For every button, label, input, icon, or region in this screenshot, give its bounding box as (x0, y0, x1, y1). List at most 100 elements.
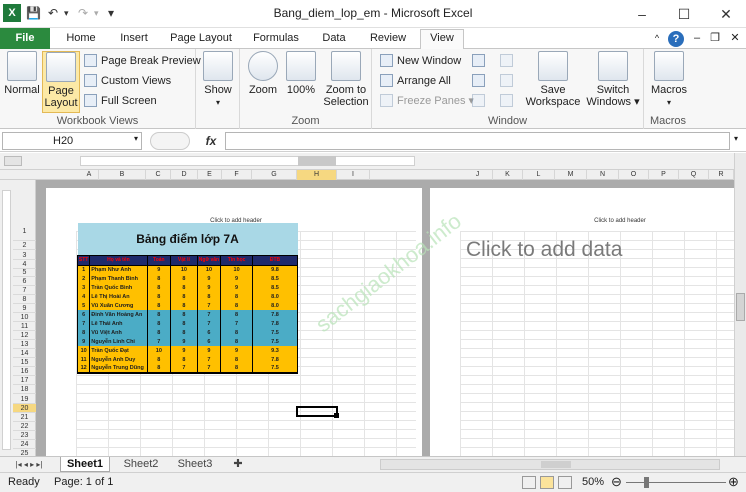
table-cell[interactable]: 8 (170, 274, 198, 283)
column-header[interactable]: O (619, 170, 649, 180)
page-break-status-icon[interactable] (558, 476, 572, 489)
table-cell[interactable]: 5 (76, 301, 91, 310)
table-cell[interactable]: 7.8 (251, 310, 299, 319)
table-cell[interactable]: 8 (220, 337, 253, 346)
table-cell[interactable]: Lê Thị Hoài An (89, 292, 148, 301)
column-header[interactable]: K (493, 170, 523, 180)
table-cell[interactable]: 6 (196, 337, 222, 346)
zoom-100-button[interactable]: 100% (284, 51, 318, 96)
horizontal-scrollbar[interactable] (380, 459, 720, 470)
table-header-cell[interactable]: ĐTB (251, 254, 299, 266)
table-header-cell[interactable]: STT (76, 254, 91, 266)
column-header[interactable]: P (649, 170, 679, 180)
table-cell[interactable]: 9.8 (251, 265, 299, 274)
tab-data[interactable]: Data (314, 30, 354, 49)
column-header[interactable]: R (709, 170, 734, 180)
table-cell[interactable]: 7.5 (251, 364, 299, 374)
table-cell[interactable]: 8 (220, 292, 253, 301)
full-screen-button[interactable]: Full Screen (84, 92, 157, 110)
header-placeholder[interactable]: Click to add header (570, 218, 670, 224)
column-header[interactable]: L (523, 170, 555, 180)
macros-button[interactable]: Macros ▾ (650, 51, 688, 109)
table-cell[interactable]: 9 (196, 283, 222, 292)
select-all-corner[interactable] (4, 156, 22, 166)
row-header[interactable]: 7 (13, 286, 36, 295)
unhide-button[interactable] (472, 92, 489, 110)
table-header-cell[interactable]: Họ và tên (89, 254, 148, 266)
column-header[interactable]: I (337, 170, 370, 180)
column-header[interactable]: Q (679, 170, 709, 180)
insert-function-icon[interactable]: fx (200, 132, 222, 150)
table-cell[interactable]: 7.8 (251, 355, 299, 364)
row-header[interactable]: 2 (13, 241, 36, 250)
row-header[interactable]: 24 (13, 440, 36, 449)
column-header-selected[interactable]: H (297, 170, 337, 180)
table-cell[interactable]: 6 (76, 310, 91, 319)
table-cell[interactable]: 8 (146, 355, 172, 364)
table-cell[interactable]: 8 (170, 301, 198, 310)
tab-page-layout[interactable]: Page Layout (164, 30, 238, 49)
table-cell[interactable]: 8 (170, 292, 198, 301)
table-header-cell[interactable]: Tin học (220, 254, 253, 266)
table-cell[interactable]: 8 (170, 355, 198, 364)
table-cell[interactable]: 9 (220, 274, 253, 283)
table-cell[interactable]: Phạm Thanh Bình (89, 274, 148, 283)
table-cell[interactable]: 9 (220, 283, 253, 292)
show-button[interactable]: Show ▾ (202, 51, 234, 109)
table-cell[interactable]: 8 (220, 355, 253, 364)
table-cell[interactable]: 7.8 (251, 319, 299, 328)
row-header[interactable]: 1 (13, 223, 36, 241)
minimize-button[interactable]: – (624, 3, 660, 25)
page-layout-view-button[interactable]: Page Layout (42, 51, 80, 113)
table-cell[interactable]: Trần Quốc Đạt (89, 346, 148, 355)
sheet-tab-sheet3[interactable]: Sheet3 (170, 457, 220, 472)
table-cell[interactable]: 10 (170, 265, 198, 274)
table-cell[interactable]: Nguyễn Linh Chi (89, 337, 148, 346)
normal-view-button[interactable]: Normal (4, 51, 40, 96)
column-header[interactable]: A (80, 170, 99, 180)
column-header[interactable]: C (146, 170, 171, 180)
name-box-dropdown-icon[interactable]: ▾ (134, 134, 138, 143)
table-cell[interactable]: 7 (196, 301, 222, 310)
table-cell[interactable]: 8 (196, 292, 222, 301)
row-header[interactable]: 23 (13, 431, 36, 440)
column-header[interactable]: B (99, 170, 146, 180)
row-header[interactable]: 16 (13, 367, 36, 376)
tab-home[interactable]: Home (58, 30, 104, 49)
row-header[interactable]: 18 (13, 385, 36, 394)
fill-handle[interactable] (334, 413, 339, 418)
table-cell[interactable]: 8 (220, 301, 253, 310)
zoom-out-icon[interactable]: ⊖ (611, 474, 622, 490)
table-cell[interactable]: 8.5 (251, 274, 299, 283)
row-header[interactable]: 21 (13, 413, 36, 422)
table-cell[interactable]: 8 (220, 328, 253, 337)
zoom-in-icon[interactable]: ⊕ (728, 474, 739, 490)
table-cell[interactable]: 7 (196, 364, 222, 374)
tab-review[interactable]: Review (362, 30, 414, 49)
sheet-nav-arrows[interactable]: |◂ ◂ ▸ ▸| (4, 457, 54, 472)
table-cell[interactable]: 12 (76, 364, 91, 374)
table-cell[interactable]: 7.5 (251, 328, 299, 337)
table-cell[interactable]: 8.5 (251, 283, 299, 292)
table-cell[interactable]: 8 (220, 310, 253, 319)
table-cell[interactable]: 1 (76, 265, 91, 274)
row-header[interactable]: 5 (13, 268, 36, 277)
table-cell[interactable]: 2 (76, 274, 91, 283)
arrange-all-button[interactable]: Arrange All (380, 72, 451, 90)
table-cell[interactable]: 9 (146, 265, 172, 274)
table-cell[interactable]: 11 (76, 355, 91, 364)
vertical-scrollbar[interactable] (734, 153, 746, 456)
table-cell[interactable]: 10 (146, 346, 172, 355)
table-cell[interactable]: 8 (146, 283, 172, 292)
column-header[interactable]: N (587, 170, 619, 180)
row-header[interactable]: 11 (13, 322, 36, 331)
new-window-button[interactable]: New Window (380, 52, 461, 70)
table-cell[interactable]: 8 (146, 310, 172, 319)
hide-button[interactable] (472, 72, 489, 90)
table-cell[interactable]: 8 (170, 283, 198, 292)
table-cell[interactable]: 9 (170, 337, 198, 346)
custom-views-button[interactable]: Custom Views (84, 72, 171, 90)
tab-insert[interactable]: Insert (112, 30, 156, 49)
table-cell[interactable]: 8 (170, 319, 198, 328)
table-cell[interactable]: 9 (220, 346, 253, 355)
